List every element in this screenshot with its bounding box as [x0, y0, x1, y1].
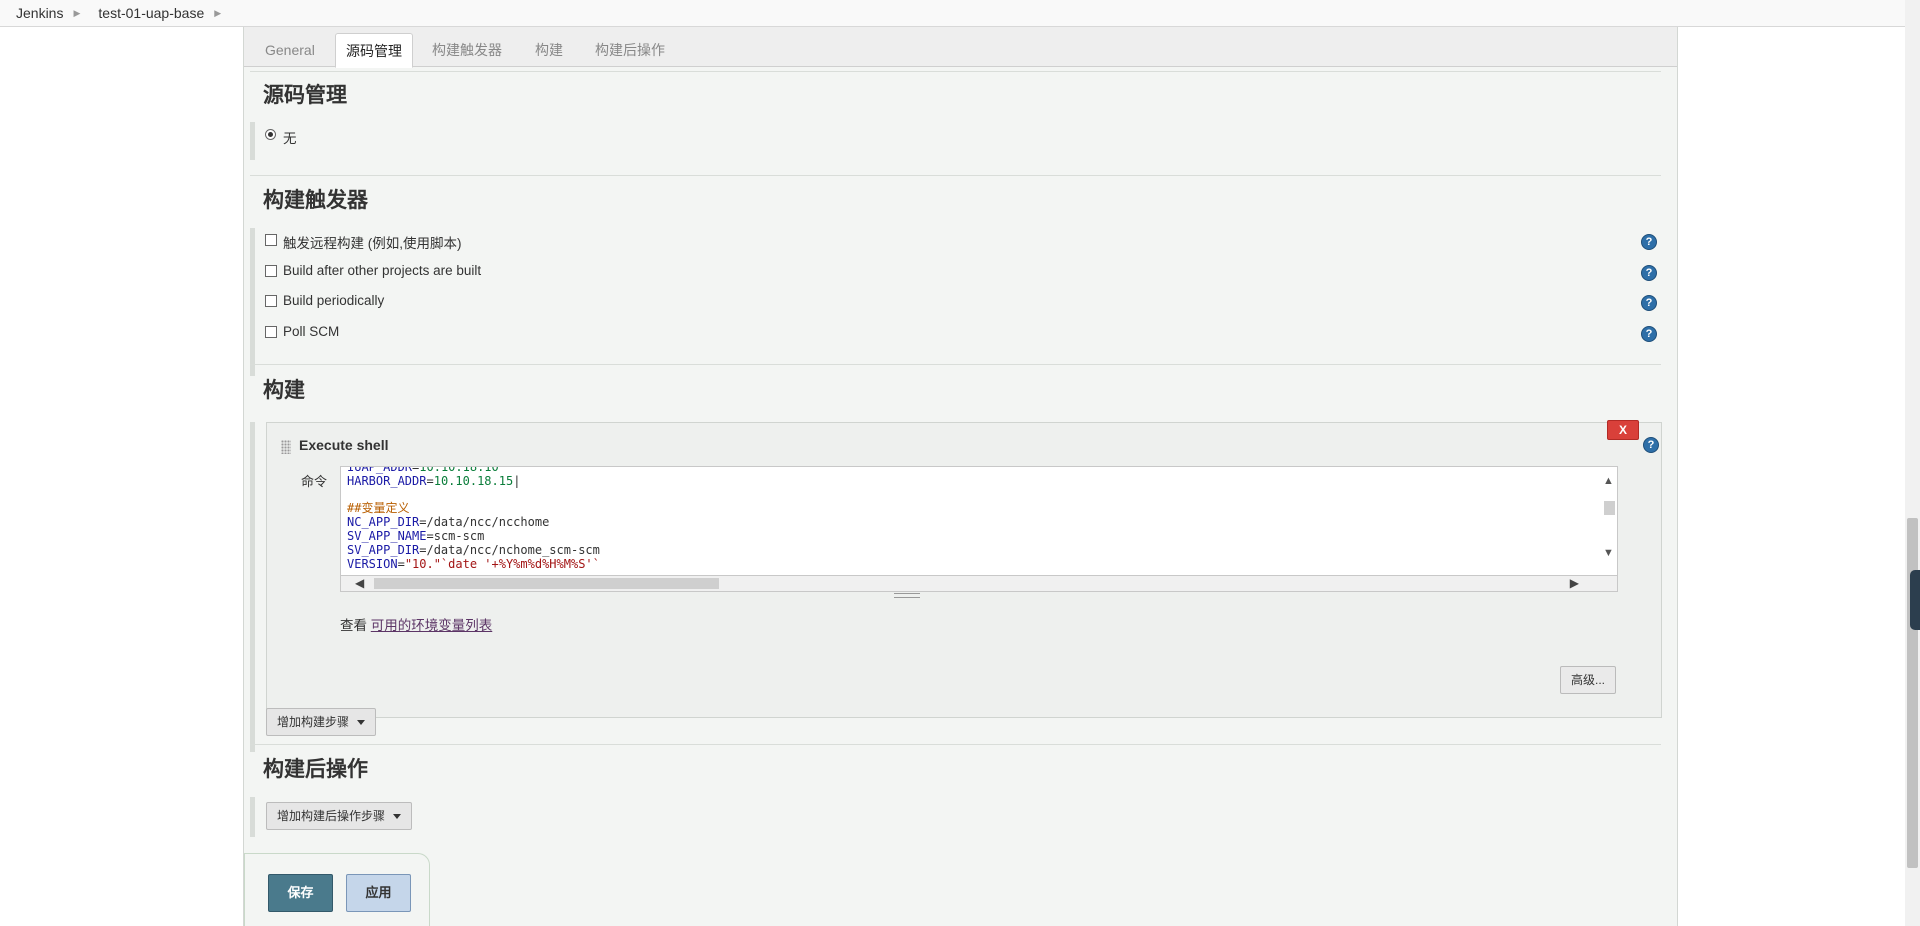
- env-vars-link[interactable]: 可用的环境变量列表: [371, 618, 493, 633]
- add-build-step-label: 增加构建步骤: [277, 715, 350, 729]
- help-icon[interactable]: ?: [1641, 326, 1657, 342]
- scrollbar-thumb[interactable]: [374, 578, 719, 589]
- side-widget-handle[interactable]: [1910, 570, 1920, 630]
- execute-shell-step: Execute shell X ? 命令 IUAP_ADDR=10.10.18.…: [266, 420, 1662, 718]
- tab-scm[interactable]: 源码管理: [335, 33, 413, 68]
- divider: [250, 175, 1661, 176]
- section-title-post-build: 构建后操作: [263, 757, 368, 781]
- chevron-right-icon[interactable]: ▶: [1570, 576, 1579, 590]
- save-bar: 保存 应用: [244, 853, 430, 926]
- add-post-build-step-button[interactable]: 增加构建后操作步骤: [266, 802, 413, 830]
- config-panel: General 源码管理 构建触发器 构建 构建后操作 源码管理 无 构建触发器…: [243, 27, 1678, 926]
- trigger-poll-scm-label: Poll SCM: [283, 324, 340, 339]
- scm-none-label: 无: [283, 131, 297, 146]
- breadcrumb: Jenkins ▶ test-01-uap-base ▶: [0, 0, 1920, 27]
- caret-down-icon: [393, 814, 402, 820]
- help-icon[interactable]: ?: [1641, 295, 1657, 311]
- chevron-up-icon[interactable]: ▲: [1603, 475, 1614, 487]
- command-editor[interactable]: IUAP_ADDR=10.10.18.10 HARBOR_ADDR=10.10.…: [340, 466, 1618, 576]
- command-code[interactable]: IUAP_ADDR=10.10.18.10 HARBOR_ADDR=10.10.…: [347, 466, 600, 571]
- trigger-periodically-checkbox[interactable]: [265, 295, 277, 307]
- delete-step-button[interactable]: X: [1607, 420, 1639, 440]
- section-indent-bar: [250, 122, 255, 160]
- chevron-right-icon[interactable]: ▶: [214, 8, 221, 19]
- divider: [250, 744, 1661, 745]
- chevron-left-icon[interactable]: ◀: [355, 576, 364, 590]
- config-tabbar: General 源码管理 构建触发器 构建 构建后操作: [244, 27, 1677, 68]
- editor-horizontal-scrollbar[interactable]: ◀ ▶: [340, 576, 1618, 592]
- divider: [250, 364, 1661, 365]
- resize-grip-icon[interactable]: [894, 593, 920, 598]
- advanced-button[interactable]: 高级...: [1560, 666, 1616, 694]
- code-line-1: HARBOR_ADDR=10.10.18.15|: [347, 473, 521, 488]
- caret-down-icon: [357, 720, 366, 726]
- divider: [250, 71, 1661, 72]
- trigger-after-projects-checkbox[interactable]: [265, 265, 277, 277]
- env-vars-prefix: 查看: [340, 618, 367, 633]
- breadcrumb-jenkins[interactable]: Jenkins: [0, 5, 73, 21]
- trigger-periodically-label: Build periodically: [283, 293, 385, 308]
- help-icon[interactable]: ?: [1641, 234, 1657, 250]
- help-icon[interactable]: ?: [1641, 265, 1657, 281]
- trigger-remote-label: 触发远程构建 (例如,使用脚本): [283, 236, 462, 251]
- execute-shell-title: Execute shell: [299, 437, 389, 453]
- apply-button[interactable]: 应用: [346, 874, 411, 912]
- tab-post-build[interactable]: 构建后操作: [585, 33, 675, 67]
- breadcrumb-project[interactable]: test-01-uap-base: [82, 5, 214, 21]
- trigger-remote-checkbox[interactable]: [265, 234, 277, 246]
- section-indent-bar: [250, 422, 255, 752]
- section-indent-bar: [250, 797, 255, 837]
- code-line-6: SV_APP_DIR=/data/ncc/nchome_scm-scm: [347, 542, 600, 557]
- add-post-build-step-label: 增加构建后操作步骤: [277, 809, 386, 823]
- code-line-5: SV_APP_NAME=scm-scm: [347, 528, 485, 543]
- chevron-down-icon[interactable]: ▼: [1603, 547, 1614, 559]
- section-title-scm: 源码管理: [263, 83, 347, 107]
- chevron-right-icon[interactable]: ▶: [73, 8, 80, 19]
- trigger-after-projects-label: Build after other projects are built: [283, 263, 482, 278]
- code-line-7: VERSION="10."`date '+%Y%m%d%H%M%S'`: [347, 556, 600, 571]
- scrollbar-thumb[interactable]: [1604, 501, 1615, 515]
- env-vars-line: 查看 可用的环境变量列表: [340, 614, 492, 634]
- command-label: 命令: [301, 474, 328, 489]
- trigger-poll-scm-checkbox[interactable]: [265, 326, 277, 338]
- drag-handle-icon[interactable]: [281, 440, 291, 454]
- code-line-4: NC_APP_DIR=/data/ncc/ncchome: [347, 515, 550, 530]
- help-icon[interactable]: ?: [1643, 437, 1659, 453]
- section-title-build: 构建: [263, 378, 305, 402]
- tab-general[interactable]: General: [255, 33, 325, 67]
- save-button[interactable]: 保存: [268, 874, 333, 912]
- page-scrollbar[interactable]: [1905, 0, 1920, 926]
- add-build-step-button[interactable]: 增加构建步骤: [266, 708, 377, 736]
- editor-vertical-scrollbar[interactable]: ▲ ▼: [1601, 467, 1617, 575]
- code-line-3: ##变量定义: [347, 501, 410, 516]
- scm-none-radio[interactable]: [265, 129, 276, 140]
- code-line-0: IUAP_ADDR=10.10.18.10: [347, 466, 499, 474]
- section-title-triggers: 构建触发器: [263, 188, 368, 212]
- tab-build-triggers[interactable]: 构建触发器: [422, 33, 512, 67]
- section-indent-bar: [250, 228, 255, 376]
- tab-build[interactable]: 构建: [525, 33, 573, 67]
